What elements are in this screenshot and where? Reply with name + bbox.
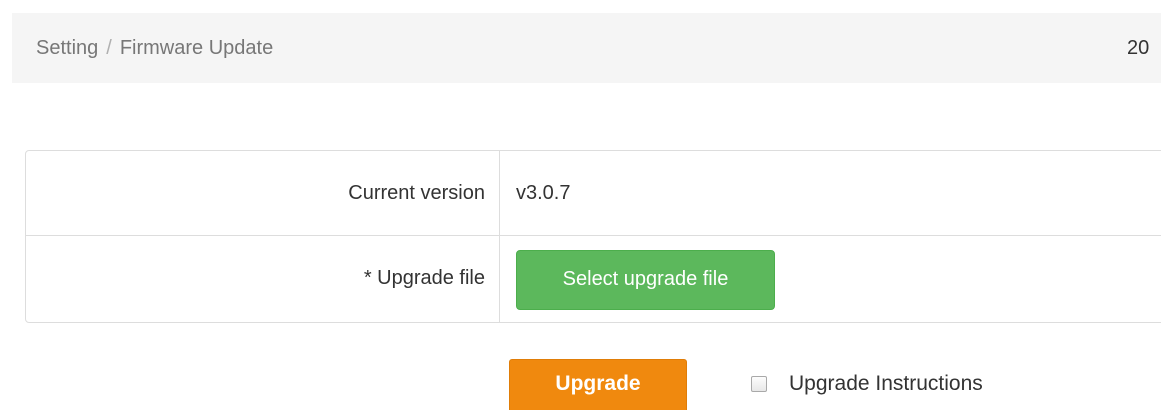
form-row-current-version: Current version v3.0.7 <box>26 151 1161 236</box>
upgrade-file-cell: Select upgrade file <box>500 236 1161 322</box>
upgrade-button[interactable]: Upgrade <box>509 359 687 410</box>
upgrade-instructions-toggle[interactable]: Upgrade Instructions <box>751 372 983 396</box>
upgrade-instructions-checkbox[interactable] <box>751 376 767 392</box>
breadcrumb-current: Firmware Update <box>119 36 274 59</box>
firmware-update-page: Setting / Firmware Update 20 Current ver… <box>0 0 1161 410</box>
upgrade-file-label: * Upgrade file <box>26 236 500 322</box>
firmware-form: Current version v3.0.7 * Upgrade file Se… <box>25 150 1161 323</box>
form-row-upgrade-file: * Upgrade file Select upgrade file <box>26 236 1161 322</box>
upgrade-instructions-label: Upgrade Instructions <box>789 372 983 395</box>
header-right-text: 20 <box>1127 36 1150 59</box>
current-version-value: v3.0.7 <box>516 181 571 204</box>
select-upgrade-file-button[interactable]: Select upgrade file <box>516 249 775 310</box>
breadcrumb: Setting / Firmware Update 20 <box>12 13 1161 83</box>
breadcrumb-parent[interactable]: Setting <box>36 37 98 60</box>
breadcrumb-separator: / <box>106 36 112 59</box>
current-version-label: Current version <box>26 151 500 235</box>
